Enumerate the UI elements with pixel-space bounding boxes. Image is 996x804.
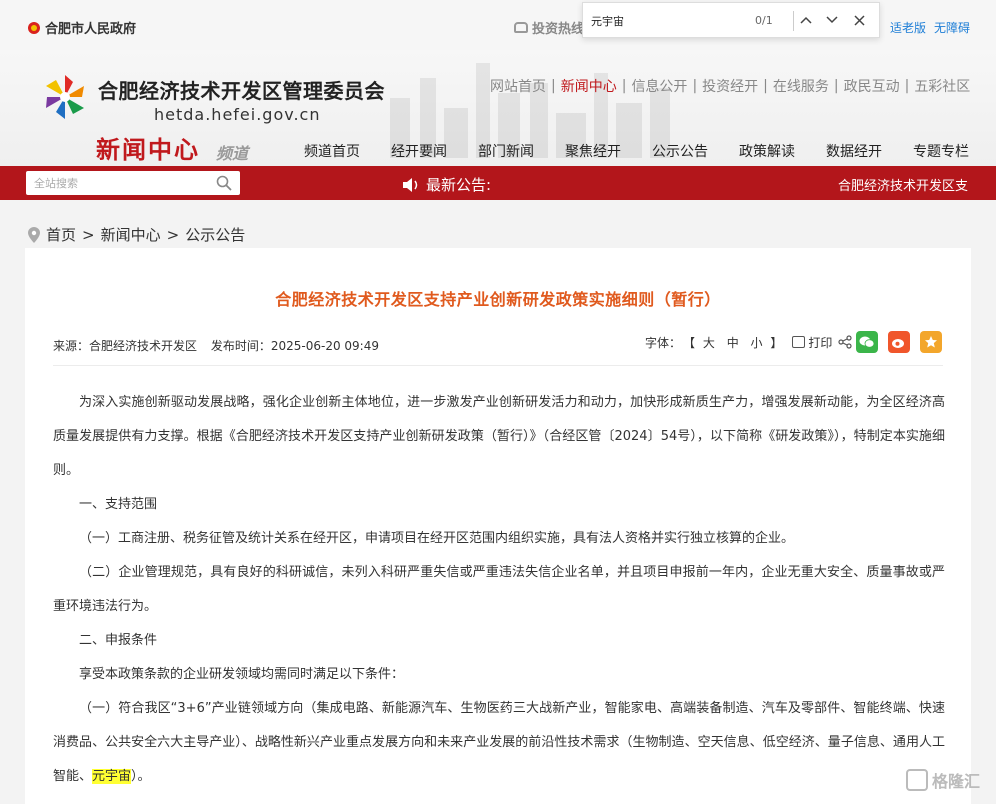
close-icon[interactable] — [848, 9, 870, 31]
nav-item-0[interactable]: 频道首页 — [304, 141, 360, 161]
article-title: 合肥经济技术开发区支持产业创新研发政策实施细则（暂行） — [275, 290, 721, 309]
print-label: 打印 — [808, 335, 833, 350]
top-link-divider: | — [692, 78, 698, 94]
nav-item-1[interactable]: 经开要闻 — [391, 141, 447, 161]
latest-notice: 最新公告: — [402, 174, 491, 195]
top-link-3[interactable]: 投资经开 — [702, 76, 758, 96]
breadcrumb: 首页 > 新闻中心 > 公示公告 — [28, 224, 245, 245]
accessibility-links: 适老版 无障碍 — [890, 19, 970, 36]
article-meta: 来源：合肥经济技术开发区 发布时间：2025-06-20 09:49 — [53, 337, 379, 354]
nav-item-6[interactable]: 数据经开 — [826, 141, 882, 161]
nav-item-3[interactable]: 聚焦经开 — [565, 141, 621, 161]
top-link-2[interactable]: 信息公开 — [631, 76, 687, 96]
search-icon[interactable] — [216, 175, 232, 191]
font-size-small[interactable]: 小 — [751, 336, 763, 350]
top-link-divider: | — [621, 78, 627, 94]
search-input[interactable] — [34, 175, 214, 191]
gelonghui-watermark: 格隆汇 — [906, 768, 980, 792]
weibo-share-icon[interactable] — [888, 331, 911, 353]
printer-icon — [792, 336, 806, 348]
phone-icon — [514, 22, 528, 33]
top-link-6[interactable]: 五彩社区 — [914, 76, 970, 96]
channel-title: 新闻中心 — [96, 135, 200, 164]
chevron-up-icon[interactable] — [795, 9, 817, 31]
heading-scope: 一、支持范围 — [79, 497, 158, 512]
find-in-page-bar: 元宇宙 0/1 — [582, 2, 880, 38]
hetda-logo-icon — [46, 75, 84, 119]
notice-marquee[interactable]: 合肥经济技术开发区支 — [838, 175, 972, 194]
font-size-medium[interactable]: 中 — [727, 336, 739, 350]
top-link-divider: | — [833, 78, 839, 94]
font-size-label: 字体： — [645, 335, 682, 350]
breadcrumb-home[interactable]: 首页 — [46, 224, 76, 245]
meta-divider — [53, 365, 943, 366]
favorite-star-icon[interactable] — [920, 331, 943, 353]
site-search — [26, 171, 240, 195]
notice-label: 最新公告: — [426, 176, 492, 194]
breadcrumb-separator: > — [166, 225, 180, 244]
top-link-4[interactable]: 在线服务 — [773, 76, 829, 96]
watermark-logo-icon — [906, 769, 928, 791]
share-icon[interactable] — [838, 335, 853, 349]
font-size-switcher: 【 大 中 小 】 — [683, 334, 782, 351]
elderly-mode-link[interactable]: 适老版 — [890, 19, 926, 36]
paragraph-scope-2: （二）企业管理规范，具有良好的科研诚信，未列入科研严重失信或严重违法失信企业名单… — [53, 565, 945, 614]
org-name: 合肥经济技术开发区管理委员会 — [98, 79, 385, 103]
article-card: 合肥经济技术开发区支持产业创新研发政策实施细则（暂行） 来源：合肥经济技术开发区… — [25, 248, 971, 804]
article-source: 来源：合肥经济技术开发区 — [53, 339, 198, 353]
gov-link-label: 合肥市人民政府 — [45, 22, 137, 37]
nav-item-7[interactable]: 专题专栏 — [913, 141, 969, 161]
find-query[interactable]: 元宇宙 — [591, 13, 624, 29]
breadcrumb-notice[interactable]: 公示公告 — [185, 224, 245, 245]
gov-link[interactable]: 合肥市人民政府 — [28, 18, 136, 37]
bracket-open: 【 — [683, 335, 696, 350]
invest-hotline-label: 投资热线 — [532, 22, 585, 37]
heading-conditions: 二、申报条件 — [79, 633, 158, 648]
channel-subtitle: 频道 — [216, 144, 249, 163]
wechat-share-icon[interactable] — [856, 331, 879, 353]
top-link-1[interactable]: 新闻中心 — [561, 76, 617, 96]
breadcrumb-separator: > — [82, 225, 95, 244]
paragraph-conditions-intro: 享受本政策条款的企业研发领域均需同时满足以下条件： — [79, 667, 405, 682]
site-domain: hetda.hefei.gov.cn — [154, 105, 321, 124]
article-tools: 字体： 【 大 中 小 】 打印 — [645, 331, 943, 353]
find-count: 0/1 — [755, 14, 773, 27]
site-header: 合肥经济技术开发区管理委员会 hetda.hefei.gov.cn 新闻中心 频… — [0, 50, 996, 166]
paragraph-scope-1: （一）工商注册、税务征管及统计关系在经开区，申请项目在经开区范围内组织实施，具有… — [79, 531, 795, 546]
nav-item-5[interactable]: 政策解读 — [739, 141, 795, 161]
print-button[interactable]: 打印 — [792, 334, 832, 351]
article-publish-time: 发布时间：2025-06-20 09:49 — [210, 339, 379, 353]
search-notice-bar: 最新公告: 合肥经济技术开发区支 — [0, 166, 996, 200]
accessibility-link[interactable]: 无障碍 — [934, 19, 970, 36]
article-body: 为深入实施创新驱动发展战略，强化企业创新主体地位，进一步激发产业创新研发活力和动… — [53, 386, 945, 794]
nav-item-2[interactable]: 部门新闻 — [478, 141, 534, 161]
chevron-down-icon[interactable] — [821, 9, 843, 31]
location-pin-icon — [28, 226, 40, 243]
paragraph-text: （一）符合我区“3+6”产业链领域方向（集成电路、新能源汽车、生物医药三大战新产… — [53, 701, 945, 784]
search-highlight: 元宇宙 — [92, 769, 132, 784]
paragraph-text-end: ）。 — [131, 769, 151, 784]
national-emblem-icon — [28, 21, 40, 34]
paragraph-intro: 为深入实施创新驱动发展战略，强化企业创新主体地位，进一步激发产业创新研发活力和动… — [53, 395, 945, 478]
top-link-divider: | — [763, 78, 768, 94]
invest-hotline[interactable]: 投资热线 — [514, 18, 584, 37]
nav-item-4[interactable]: 公示公告 — [652, 141, 708, 161]
font-size-large[interactable]: 大 — [703, 336, 715, 350]
top-link-divider: | — [551, 78, 556, 94]
watermark-text: 格隆汇 — [932, 772, 981, 791]
find-divider — [793, 11, 794, 31]
paragraph-conditions-1: （一）符合我区“3+6”产业链领域方向（集成电路、新能源汽车、生物医药三大战新产… — [53, 692, 945, 794]
bracket-close: 】 — [770, 335, 783, 350]
main-nav: 频道首页 经开要闻 部门新闻 聚焦经开 公示公告 政策解读 数据经开 专题专栏 — [304, 141, 996, 161]
top-links: 网站首页 | 新闻中心 | 信息公开 | 投资经开 | 在线服务 | 政民互动 | 五彩社区 — [490, 76, 970, 96]
top-link-5[interactable]: 政民互动 — [844, 76, 900, 96]
top-link-divider: | — [904, 78, 910, 94]
speaker-icon — [403, 177, 418, 192]
top-link-0[interactable]: 网站首页 — [490, 76, 546, 96]
breadcrumb-news[interactable]: 新闻中心 — [101, 224, 161, 245]
